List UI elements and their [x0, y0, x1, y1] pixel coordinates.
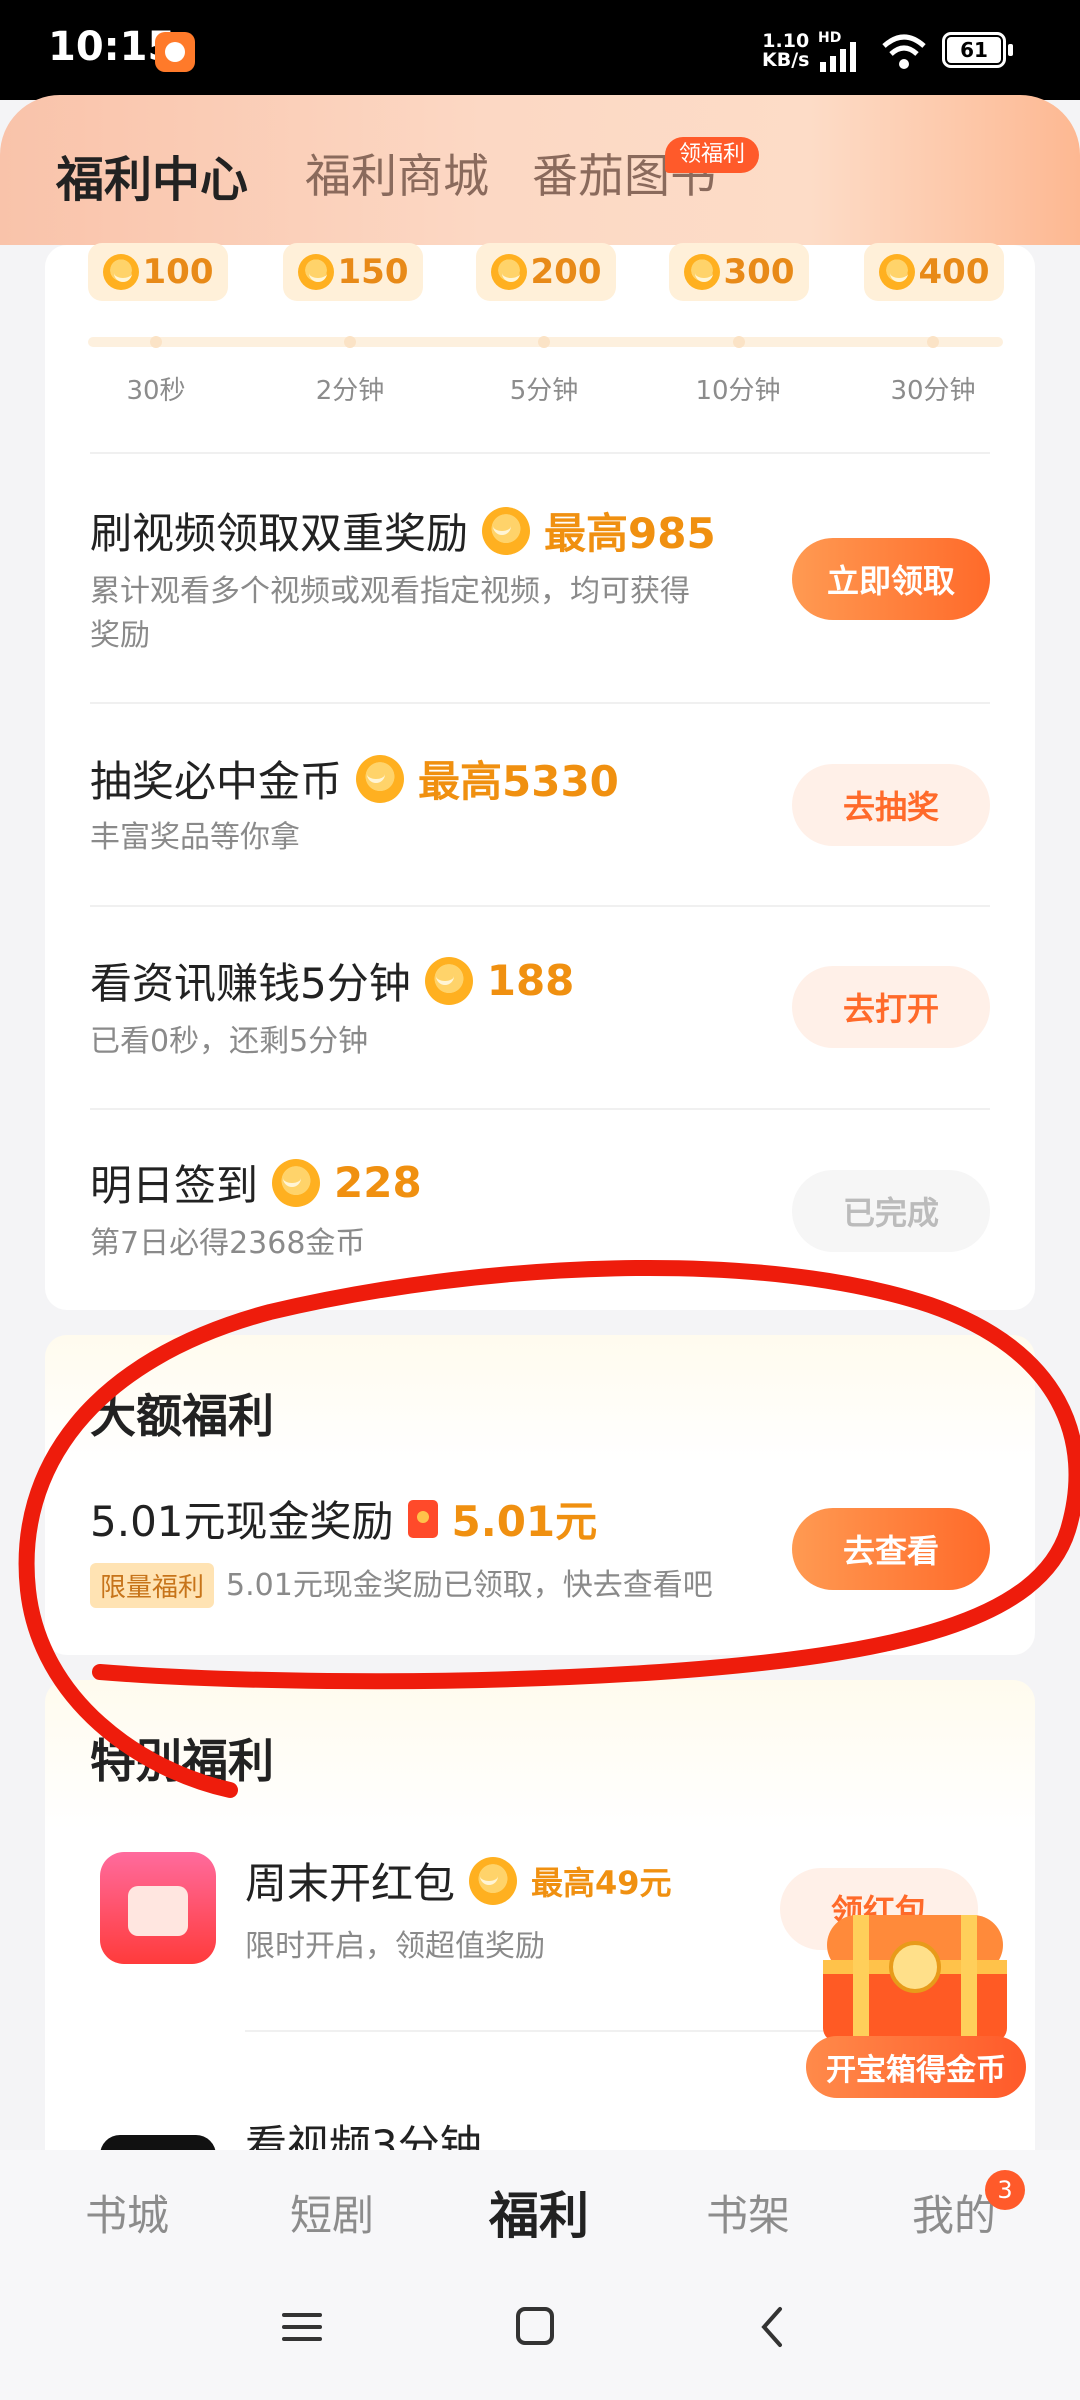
milestone-time: 30分钟: [890, 376, 976, 406]
task-desc-line: 奖励: [90, 618, 150, 653]
battery-icon: 61: [942, 32, 1006, 68]
milestone-coins: 150: [337, 252, 409, 292]
lottery-button[interactable]: 去抽奖: [792, 764, 990, 846]
milestone-pill[interactable]: 400: [864, 243, 1004, 301]
milestone-time: 30秒: [126, 376, 186, 406]
coin-icon: [272, 1158, 321, 1207]
menu-icon[interactable]: [280, 2305, 324, 2349]
coin-icon: [424, 956, 473, 1005]
coin-icon: [469, 1856, 518, 1905]
task-reward: 228: [334, 1158, 422, 1207]
milestone-time: 10分钟: [695, 376, 781, 406]
task-reward: 最高985: [544, 509, 716, 558]
special-title: 周末开红包: [245, 1859, 456, 1908]
treasure-chest-icon[interactable]: [815, 1905, 1015, 2045]
coin-icon: [102, 254, 139, 290]
tab-badge: 领福利: [665, 137, 760, 173]
back-icon[interactable]: [752, 2305, 796, 2349]
milestone-time: 5分钟: [509, 376, 579, 406]
home-icon[interactable]: [514, 2305, 558, 2349]
battery-tip: [1008, 44, 1013, 56]
task-title-row: 刷视频领取双重奖励 最高985: [90, 500, 716, 561]
coin-icon: [683, 254, 720, 290]
status-bar: 10:15 1.10 KB/s HD 61: [0, 0, 1080, 100]
net-speed-unit: KB/s: [762, 49, 810, 71]
divider: [90, 452, 990, 454]
view-button[interactable]: 去查看: [792, 1508, 990, 1590]
task-reward: 188: [486, 956, 575, 1005]
progress-dot: [927, 336, 939, 348]
app-notification-icon: [155, 32, 195, 72]
coin-icon: [297, 254, 334, 290]
big-reward-title: 5.01元现金奖励: [90, 1497, 394, 1546]
progress-dot: [538, 336, 550, 348]
big-reward-amount: 5.01元: [451, 1497, 598, 1546]
special-desc: 限时开启，领超值奖励: [245, 1929, 545, 1964]
task-title: 刷视频领取双重奖励: [90, 509, 469, 558]
task-title-row: 看资讯赚钱5分钟 188: [90, 950, 574, 1011]
coin-icon: [356, 754, 405, 803]
task-desc-line: 累计观看多个视频或观看指定视频，均可获得: [90, 574, 690, 609]
tab-welfare-center[interactable]: 福利中心: [56, 140, 248, 210]
limited-tag: 限量福利: [90, 1563, 215, 1608]
milestone-time: 2分钟: [315, 376, 385, 406]
big-reward-title-row: 5.01元现金奖励 5.01元: [90, 1488, 597, 1549]
milestone-coins: 300: [723, 252, 795, 292]
milestone-coins: 400: [918, 252, 990, 292]
progress-dot: [150, 336, 162, 348]
milestone-pill[interactable]: 150: [283, 243, 423, 301]
open-button[interactable]: 去打开: [792, 966, 990, 1048]
tab-welfare-mall[interactable]: 福利商城: [305, 140, 489, 206]
task-desc: 丰富奖品等你拿: [90, 820, 300, 855]
task-desc: 已看0秒，还剩5分钟: [90, 1024, 369, 1059]
treasure-box-label[interactable]: 开宝箱得金币: [806, 2036, 1026, 2098]
task-desc: 第7日必得2368金币: [90, 1226, 366, 1261]
milestone-pill[interactable]: 200: [476, 243, 616, 301]
progress-dot: [344, 336, 356, 348]
coin-icon: [878, 254, 915, 290]
claim-now-button[interactable]: 立即领取: [792, 538, 990, 620]
divider: [90, 1108, 990, 1110]
special-reward: 最高49元: [531, 1863, 672, 1902]
completed-button[interactable]: 已完成: [792, 1170, 990, 1252]
milestone-coins: 200: [530, 252, 602, 292]
section-title: 特别福利: [90, 1734, 274, 1788]
net-speed: 1.10 KB/s: [762, 32, 809, 70]
battery-level: 61: [947, 37, 1001, 63]
red-packet-app-icon: [100, 1852, 216, 1964]
coin-icon: [490, 254, 527, 290]
coin-icon: [482, 506, 531, 555]
section-title: 大额福利: [90, 1389, 274, 1443]
nav-bookstore[interactable]: 书城: [47, 2182, 207, 2243]
task-title: 明日签到: [90, 1161, 259, 1210]
task-title: 看资讯赚钱5分钟: [90, 959, 411, 1008]
special-title-row: 周末开红包 最高49元: [245, 1850, 672, 1911]
divider: [90, 905, 990, 907]
nav-welfare[interactable]: 福利: [459, 2176, 619, 2248]
task-desc: 累计观看多个视频或观看指定视频，均可获得 奖励: [90, 570, 770, 658]
signal-icon: [820, 42, 856, 72]
big-reward-desc-row: 限量福利 5.01元现金奖励已领取，快去查看吧: [90, 1563, 713, 1608]
divider: [90, 702, 990, 704]
red-packet-icon: [407, 1499, 438, 1538]
milestone-pill[interactable]: 300: [669, 243, 809, 301]
wifi-icon: [882, 34, 926, 69]
milestone-coins: 100: [142, 252, 214, 292]
nav-bookshelf[interactable]: 书架: [668, 2182, 828, 2243]
task-title-row: 明日签到 228: [90, 1152, 422, 1213]
nav-short-drama[interactable]: 短剧: [252, 2182, 412, 2243]
task-reward: 最高5330: [418, 757, 619, 806]
task-title: 抽奖必中金币: [90, 757, 343, 806]
task-title-row: 抽奖必中金币 最高5330: [90, 748, 619, 809]
nav-mine-badge: 3: [985, 2170, 1025, 2210]
milestone-pill[interactable]: 100: [88, 243, 228, 301]
big-reward-desc: 5.01元现金奖励已领取，快去查看吧: [226, 1567, 713, 1603]
progress-dot: [733, 336, 745, 348]
